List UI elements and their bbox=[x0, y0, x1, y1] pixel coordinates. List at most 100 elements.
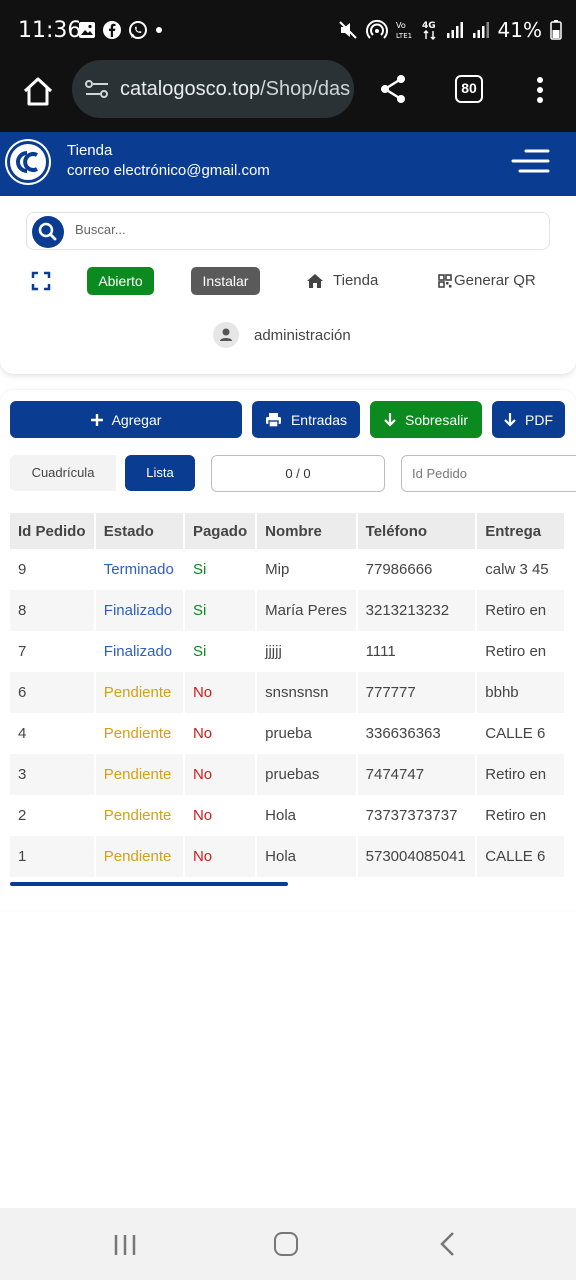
cell-pagado: No bbox=[183, 754, 258, 795]
entries-button[interactable]: Entradas bbox=[252, 401, 360, 438]
orders-table-container[interactable]: Id Pedido Estado Pagado Nombre Teléfono … bbox=[10, 513, 566, 883]
gallery-icon bbox=[79, 22, 95, 38]
whatsapp-icon bbox=[129, 21, 147, 39]
avatar bbox=[213, 322, 239, 348]
table-row[interactable]: 6 Pendiente No snsnsnsn 777777 bbhb bbox=[10, 672, 566, 713]
view-toggle: Cuadrícula Lista bbox=[10, 455, 196, 491]
orders-table: Id Pedido Estado Pagado Nombre Teléfono … bbox=[10, 513, 566, 877]
arrow-down-icon bbox=[384, 412, 396, 427]
search-icon bbox=[38, 222, 57, 241]
add-button[interactable]: Agregar bbox=[10, 401, 242, 438]
cell-entrega: CALLE 6 bbox=[476, 836, 566, 877]
qr-link[interactable]: Generar QR bbox=[438, 272, 536, 289]
search-input[interactable] bbox=[75, 222, 535, 237]
cell-telefono: 73737373737 bbox=[356, 795, 478, 836]
cell-id: 9 bbox=[10, 549, 96, 590]
browser-menu-icon[interactable] bbox=[528, 74, 552, 106]
install-button[interactable]: Instalar bbox=[191, 267, 260, 295]
column-header-nombre[interactable]: Nombre bbox=[256, 513, 358, 549]
order-id-input[interactable] bbox=[412, 466, 562, 481]
fullscreen-icon[interactable] bbox=[31, 271, 51, 291]
admin-link[interactable]: administración bbox=[213, 322, 351, 348]
table-row[interactable]: 1 Pendiente No Hola 573004085041 CALLE 6 bbox=[10, 836, 566, 877]
url-text[interactable]: catalogosco.top/Shop/das bbox=[120, 78, 350, 101]
admin-link-label: administración bbox=[254, 326, 351, 344]
entries-button-label: Entradas bbox=[290, 411, 348, 428]
cell-id: 6 bbox=[10, 672, 96, 713]
share-icon[interactable] bbox=[378, 72, 408, 106]
grid-view-button[interactable]: Cuadrícula bbox=[10, 455, 116, 491]
back-icon[interactable] bbox=[438, 1231, 458, 1257]
cell-entrega: Retiro en bbox=[476, 754, 566, 795]
cell-nombre: jjjjj bbox=[256, 631, 358, 672]
tab-count-button[interactable]: 80 bbox=[455, 75, 483, 103]
signal-2-icon bbox=[472, 22, 489, 38]
cell-telefono: 3213213232 bbox=[356, 590, 478, 631]
user-icon bbox=[220, 328, 232, 341]
open-status-button[interactable]: Abierto bbox=[87, 267, 154, 295]
table-row[interactable]: 4 Pendiente No prueba 336636363 CALLE 6 bbox=[10, 713, 566, 754]
column-header-entrega[interactable]: Entrega bbox=[476, 513, 566, 549]
cell-nombre: Hola bbox=[256, 795, 358, 836]
home-icon bbox=[307, 273, 323, 288]
cell-nombre: Hola bbox=[256, 836, 358, 877]
url-host: catalogosco.top bbox=[120, 78, 261, 100]
site-settings-icon[interactable] bbox=[84, 77, 110, 101]
recent-apps-icon[interactable] bbox=[113, 1233, 137, 1257]
volte-icon: Vo LTE1 bbox=[396, 21, 412, 40]
cell-telefono: 777777 bbox=[356, 672, 478, 713]
cell-pagado: Si bbox=[183, 549, 258, 590]
table-row[interactable]: 3 Pendiente No pruebas 7474747 Retiro en bbox=[10, 754, 566, 795]
excel-button[interactable]: Sobresalir bbox=[370, 401, 482, 438]
cell-telefono: 1111 bbox=[356, 631, 478, 672]
horizontal-scrollbar[interactable] bbox=[10, 882, 288, 886]
cell-entrega: Retiro en bbox=[476, 795, 566, 836]
signal-icon bbox=[446, 22, 463, 38]
pdf-button[interactable]: PDF bbox=[492, 401, 565, 438]
cell-nombre: pruebas bbox=[256, 754, 358, 795]
table-row[interactable]: 8 Finalizado Si María Peres 3213213232 R… bbox=[10, 590, 566, 631]
qr-icon bbox=[438, 273, 452, 288]
menu-icon[interactable] bbox=[510, 148, 550, 174]
nav-home-icon[interactable] bbox=[274, 1232, 298, 1256]
cell-estado: Finalizado bbox=[94, 631, 185, 672]
browser-home-icon[interactable] bbox=[18, 72, 58, 112]
plus-icon bbox=[90, 413, 103, 426]
cell-id: 3 bbox=[10, 754, 96, 795]
column-header-id[interactable]: Id Pedido bbox=[10, 513, 96, 549]
column-header-pagado[interactable]: Pagado bbox=[183, 513, 258, 549]
cell-estado: Finalizado bbox=[94, 590, 185, 631]
table-row[interactable]: 9 Terminado Si Mip 77986666 calw 3 45 bbox=[10, 549, 566, 590]
url-bar[interactable]: catalogosco.top/Shop/das bbox=[72, 60, 354, 118]
store-link[interactable]: Tienda bbox=[306, 272, 378, 289]
cell-id: 7 bbox=[10, 631, 96, 672]
cell-entrega: calw 3 45 bbox=[476, 549, 566, 590]
cell-nombre: snsnsnsn bbox=[256, 672, 358, 713]
cell-pagado: Si bbox=[183, 590, 258, 631]
cell-pagado: No bbox=[183, 672, 258, 713]
cell-estado: Pendiente bbox=[94, 836, 185, 877]
status-right: Vo LTE1 4G 41% bbox=[338, 18, 562, 42]
table-row[interactable]: 7 Finalizado Si jjjjj 1111 Retiro en bbox=[10, 631, 566, 672]
column-header-telefono[interactable]: Teléfono bbox=[356, 513, 478, 549]
table-row[interactable]: 2 Pendiente No Hola 73737373737 Retiro e… bbox=[10, 795, 566, 836]
search-button[interactable] bbox=[32, 216, 64, 248]
cell-entrega: bbhb bbox=[476, 672, 566, 713]
list-view-button[interactable]: Lista bbox=[125, 455, 195, 491]
add-button-label: Agregar bbox=[111, 411, 162, 428]
cell-estado: Pendiente bbox=[94, 672, 185, 713]
dot-icon bbox=[156, 27, 162, 33]
url-path: /Shop/das bbox=[260, 78, 351, 100]
column-header-estado[interactable]: Estado bbox=[94, 513, 185, 549]
store-logo[interactable] bbox=[7, 141, 49, 183]
cell-nombre: María Peres bbox=[256, 590, 358, 631]
cell-entrega: Retiro en bbox=[476, 631, 566, 672]
order-id-filter[interactable] bbox=[401, 455, 576, 492]
svg-text:LTE1: LTE1 bbox=[396, 32, 412, 40]
cell-id: 4 bbox=[10, 713, 96, 754]
cell-pagado: No bbox=[183, 713, 258, 754]
svg-text:Vo: Vo bbox=[396, 21, 406, 30]
top-toolbar-card: Abierto Instalar Tienda Generar QR admin… bbox=[0, 196, 576, 374]
cell-pagado: No bbox=[183, 795, 258, 836]
status-bar: 11:36 Vo LTE1 4G 41% bbox=[0, 0, 576, 60]
